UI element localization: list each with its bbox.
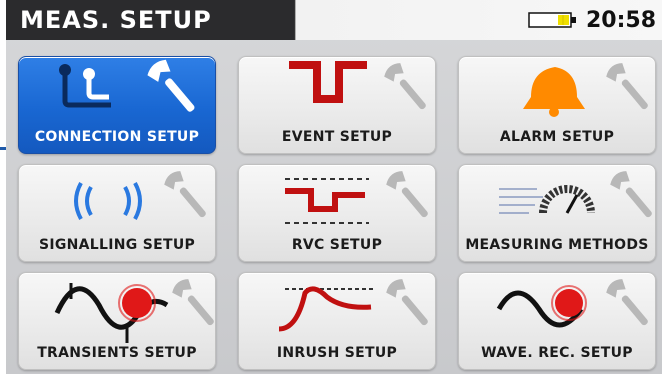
tile-label: CONNECTION SETUP bbox=[34, 129, 200, 145]
tile-wave-rec-setup[interactable]: WAVE. REC. SETUP bbox=[458, 272, 656, 370]
clock-time: 20:58 bbox=[585, 8, 656, 33]
tile-label: EVENT SETUP bbox=[281, 129, 393, 145]
tile-event-setup[interactable]: EVENT SETUP bbox=[238, 56, 436, 154]
tile-connection-setup[interactable]: CONNECTION SETUP bbox=[18, 56, 216, 154]
tile-label: TRANSIENTS SETUP bbox=[37, 345, 197, 361]
header-bar: MEAS. SETUP 20:58 bbox=[6, 0, 662, 40]
tile-label: ALARM SETUP bbox=[499, 129, 615, 145]
tile-alarm-setup[interactable]: ALARM SETUP bbox=[458, 56, 656, 154]
menu-grid: CONNECTION SETUP EVENT SETUP ALARM SETUP… bbox=[18, 56, 656, 370]
tile-label: INRUSH SETUP bbox=[276, 345, 398, 361]
tile-measuring-methods[interactable]: MEASURING METHODS bbox=[458, 164, 656, 262]
tile-label: WAVE. REC. SETUP bbox=[481, 345, 633, 361]
tile-inrush-setup[interactable]: INRUSH SETUP bbox=[238, 272, 436, 370]
tile-transients-setup[interactable]: TRANSIENTS SETUP bbox=[18, 272, 216, 370]
tile-rvc-setup[interactable]: RVC SETUP bbox=[238, 164, 436, 262]
tile-label: RVC SETUP bbox=[291, 237, 383, 253]
tile-signalling-setup[interactable]: SIGNALLING SETUP bbox=[18, 164, 216, 262]
tile-label: SIGNALLING SETUP bbox=[38, 237, 196, 253]
instrument-screen: MEAS. SETUP 20:58 CONNECTION SETUP EVENT… bbox=[6, 0, 662, 374]
battery-icon bbox=[528, 11, 578, 29]
page-title: MEAS. SETUP bbox=[20, 6, 212, 34]
tile-label: MEASURING METHODS bbox=[465, 237, 649, 253]
